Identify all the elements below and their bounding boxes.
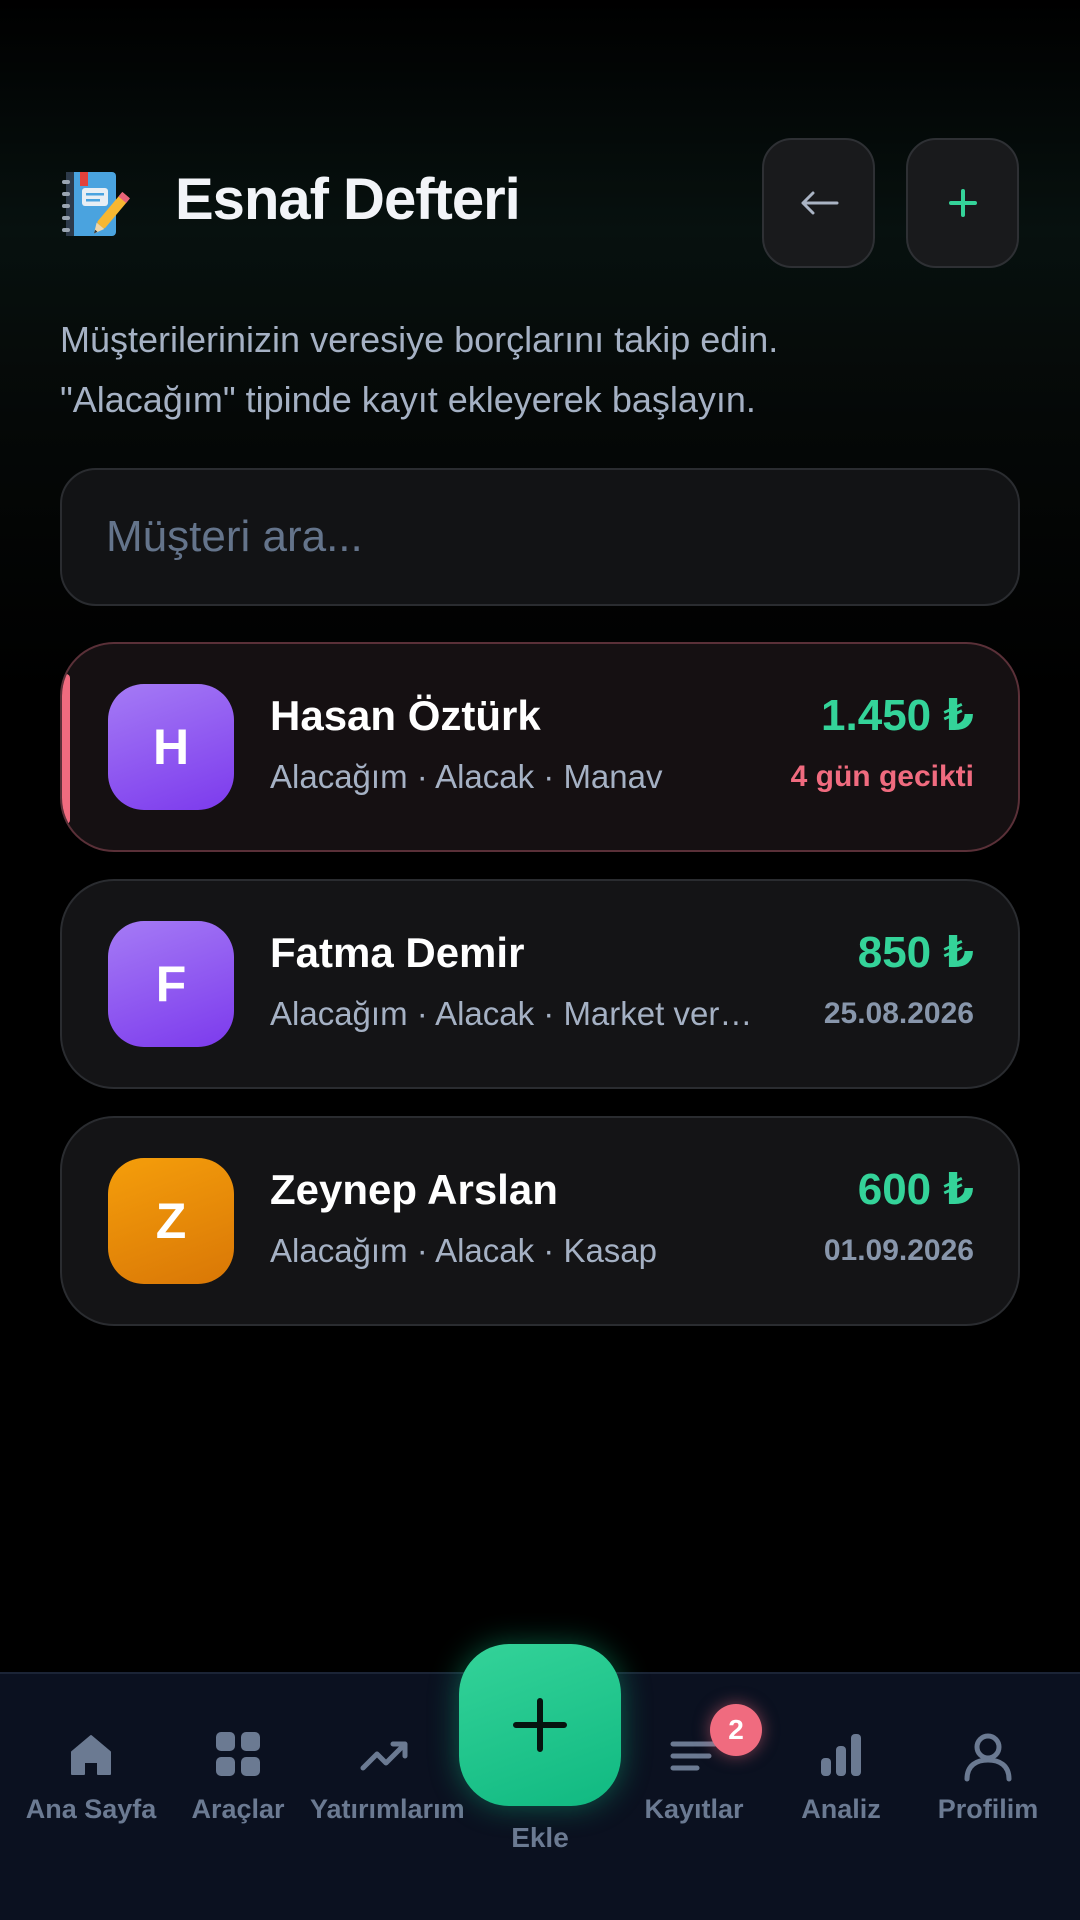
nav-investments[interactable]: Yatırımlarım [310,1730,465,1850]
nav-profile[interactable]: Profilim [913,1730,1063,1850]
plus-icon [513,1698,567,1752]
customer-meta: Alacağım · Alacak · Manav [270,758,663,795]
nav-home-label: Ana Sayfa [25,1794,157,1824]
amount: 850 ₺ [857,928,974,977]
trending-up-icon [360,1741,408,1771]
customer-name: Fatma Demir [270,929,525,976]
notebook-pencil-icon [62,172,130,236]
avatar: F [108,921,234,1047]
home-icon [71,1735,111,1775]
nav-analysis-label: Analiz [801,1794,881,1824]
add-record-label: Ekle [511,1822,569,1853]
grid-icon [216,1732,260,1776]
screen: Esnaf Defteri Müşterilerinizin veresiye … [0,0,1080,1920]
amount: 1.450 ₺ [821,691,974,740]
back-button[interactable] [762,138,875,268]
nav-analysis[interactable]: Analiz [766,1730,916,1850]
due-date: 25.08.2026 [823,997,974,1030]
search-box [60,468,1020,606]
avatar: Z [108,1158,234,1284]
app-title: Esnaf Defteri [175,167,521,232]
customer-meta: Alacağım · Alacak · Market veresiye [270,995,760,1032]
nav-tools[interactable]: Araçlar [163,1730,313,1850]
records-badge: 2 [710,1704,762,1756]
amount: 600 ₺ [857,1165,974,1214]
plus-icon [948,189,977,217]
description-line-2: "Alacağım" tipinde kayıt ekleyerek başla… [60,379,756,420]
nav-profile-label: Profilim [937,1794,1039,1824]
overdue-indicator [62,674,70,824]
description-text: Müşterilerinizin veresiye borçlarını tak… [60,310,960,430]
arrow-left-icon [801,191,838,215]
customer-card[interactable]: Z Zeynep Arslan Alacağım · Alacak · Kasa… [60,1116,1020,1326]
customer-card[interactable]: H Hasan Öztürk Alacağım · Alacak · Manav… [60,642,1020,852]
nav-tools-label: Araçlar [191,1794,285,1824]
overdue-status: 4 gün gecikti [790,760,974,793]
add-record-fab[interactable] [459,1644,621,1806]
customer-name: Hasan Öztürk [270,692,541,739]
customer-card[interactable]: F Fatma Demir Alacağım · Alacak · Market… [60,879,1020,1089]
header: Esnaf Defteri [60,138,1020,268]
user-icon [964,1733,1012,1782]
customer-meta: Alacağım · Alacak · Kasap [270,1232,658,1269]
avatar: H [108,684,234,810]
due-date: 01.09.2026 [823,1234,974,1267]
bar-chart-icon [821,1734,861,1776]
nav-records-label: Kayıtlar [644,1794,744,1824]
search-input[interactable] [106,512,974,562]
customer-name: Zeynep Arslan [270,1166,558,1213]
nav-home[interactable]: Ana Sayfa [16,1730,166,1850]
description-line-1: Müşterilerinizin veresiye borçlarını tak… [60,319,779,360]
nav-investments-label: Yatırımlarım [310,1794,465,1824]
add-customer-button[interactable] [906,138,1019,268]
